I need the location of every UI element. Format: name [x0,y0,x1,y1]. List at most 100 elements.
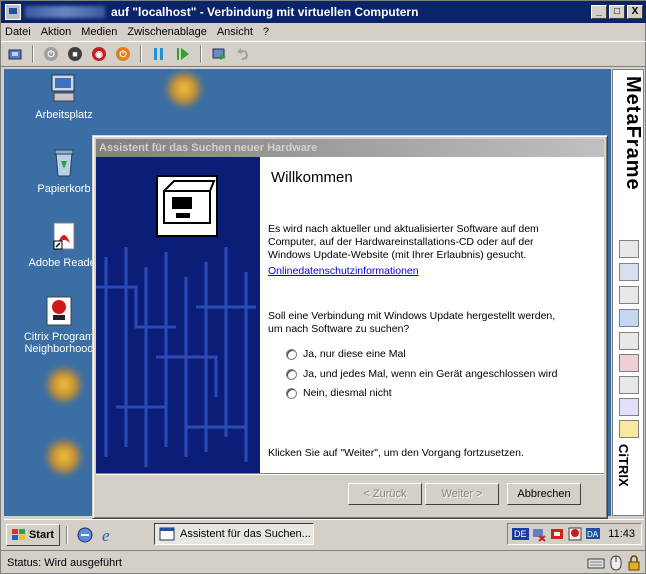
ctrl-alt-del-button[interactable] [5,44,25,64]
wizard-question: Soll eine Verbindung mit Windows Update … [268,310,556,335]
vm-connection-icon [5,4,21,20]
privacy-link[interactable]: Onlinedatenschutzinformationen [268,265,419,277]
resume-button[interactable] [173,44,193,64]
menu-bar: Datei Aktion Medien Zwischenablage Ansic… [1,23,646,41]
menu-zwischenablage[interactable]: Zwischenablage [127,26,207,38]
reset-button[interactable]: ⏻ [113,44,133,64]
close-button[interactable]: X [627,5,643,19]
continue-hint: Klicken Sie auf "Weiter", um den Vorgang… [268,447,524,459]
hardware-wizard-dialog: Assistent für das Suchen neuer Hardware … [92,135,608,519]
ica-icon[interactable] [619,332,639,350]
radio-label: Nein, diesmal nicht [303,387,392,399]
radio-option-once[interactable]: Ja, nur diese eine Mal [286,348,406,360]
radio-button[interactable] [286,387,297,399]
privacy-link-wrap: Onlinedatenschutzinformationen [268,265,568,278]
metaframe-side-panel: MetaFrame CiTRIX [612,69,644,516]
security-alert-icon[interactable] [549,526,565,542]
folder-icon[interactable] [619,420,639,438]
language-indicator[interactable]: DE [512,528,529,540]
radio-button[interactable] [286,368,297,380]
menu-help[interactable]: ? [263,26,269,38]
redacted-host-name [25,6,105,18]
start-button[interactable]: Start [6,523,60,546]
lock-icon [628,554,640,570]
citrix-tray-icon[interactable] [567,526,583,542]
toolbar-separator [200,45,202,63]
display-tray-icon[interactable]: DA [585,526,601,542]
settings-icon[interactable] [619,286,639,304]
wizard-intro-text: Es wird nach aktueller und aktualisierte… [268,223,539,261]
start-label: Start [28,528,55,541]
status-icons [587,554,641,571]
desktop-icon-label: Papierkorb [37,183,91,195]
pause-icon [154,48,163,60]
toolbar-separator [140,45,142,63]
maximize-button[interactable]: □ [609,5,625,19]
radio-option-no[interactable]: Nein, diesmal nicht [286,387,392,399]
windows-logo-icon [11,528,25,540]
desktop-icon-citrix[interactable]: Citrix Program Neighborhood [19,295,99,355]
window-title: auf "localhost" - Verbindung mit virtuel… [111,5,419,19]
display-icon[interactable] [619,398,639,416]
blurred-icon [44,437,84,477]
start-vm-button[interactable]: ⏻ [41,44,61,64]
blurred-icon [164,69,204,109]
hardware-card-icon [163,180,216,224]
power-on-icon: ⏻ [44,47,58,61]
status-bar: Status: Wird ausgeführt [1,550,646,574]
taskbar-separator [66,525,68,544]
window-titlebar: auf "localhost" - Verbindung mit virtuel… [1,1,646,23]
desktop-icon-label: Adobe Reader [28,257,100,269]
desktop-icon-arbeitsplatz[interactable]: Arbeitsplatz [19,73,109,121]
snapshot-icon [212,48,226,60]
guest-taskbar: Start e Assistent für das Suchen... DE D… [4,519,644,549]
window-icon[interactable] [619,309,639,327]
play-icon [177,48,189,60]
wizard-side-banner [96,157,260,473]
network-icon[interactable] [619,240,639,258]
connect-icon[interactable] [619,263,639,281]
grid-icon[interactable] [619,376,639,394]
next-button[interactable]: Weiter > [425,483,499,505]
radio-option-always[interactable]: Ja, und jedes Mal, wenn ein Gerät angesc… [286,368,557,380]
mouse-icon [610,555,622,570]
ctrl-alt-del-icon [8,49,22,60]
desktop-quicklaunch-icon[interactable] [75,525,95,545]
menu-ansicht[interactable]: Ansicht [217,26,253,38]
cancel-button[interactable]: Abbrechen [507,483,581,505]
citrix-program-neighborhood-icon [46,296,72,326]
desktop-icon-label: Arbeitsplatz [35,109,93,121]
dialog-title: Assistent für das Suchen neuer Hardware [96,139,604,157]
pause-button[interactable] [149,44,169,64]
svg-text:e: e [102,526,110,545]
menu-medien[interactable]: Medien [81,26,117,38]
internet-explorer-icon[interactable]: e [99,525,119,545]
toolbar: ⏻ ■ ◉ ⏻ [1,41,646,67]
radio-button[interactable] [286,348,297,360]
turn-off-button[interactable]: ■ [65,44,85,64]
tools-icon[interactable] [619,354,639,372]
system-tray: DE DA 11:43 [507,523,642,545]
taskbar-task-wizard[interactable]: Assistent für das Suchen... [154,523,314,545]
menu-datei[interactable]: Datei [5,26,31,38]
back-button[interactable]: < Zurück [348,483,422,505]
clock: 11:43 [608,528,635,540]
minimize-button[interactable]: _ [591,5,607,19]
shutdown-button[interactable]: ◉ [89,44,109,64]
hardware-device-icon [156,175,218,237]
wizard-task-icon [159,527,175,541]
recycle-bin-icon [54,149,74,177]
menu-aktion[interactable]: Aktion [41,26,72,38]
wizard-heading: Willkommen [271,169,353,186]
citrix-logo: CiTRIX [616,444,631,487]
desktop-icon-label: Citrix Program Neighborhood [23,331,95,355]
snapshot-button[interactable] [209,44,229,64]
radio-label: Ja, nur diese eine Mal [303,348,406,360]
adobe-reader-icon [53,222,75,250]
svg-text:DA: DA [587,530,599,539]
status-text: Status: Wird ausgeführt [7,556,122,569]
revert-button[interactable] [233,44,253,64]
task-label: Assistent für das Suchen... [180,528,311,540]
network-status-icon[interactable] [531,526,547,542]
metaframe-brand: MetaFrame [622,76,644,191]
